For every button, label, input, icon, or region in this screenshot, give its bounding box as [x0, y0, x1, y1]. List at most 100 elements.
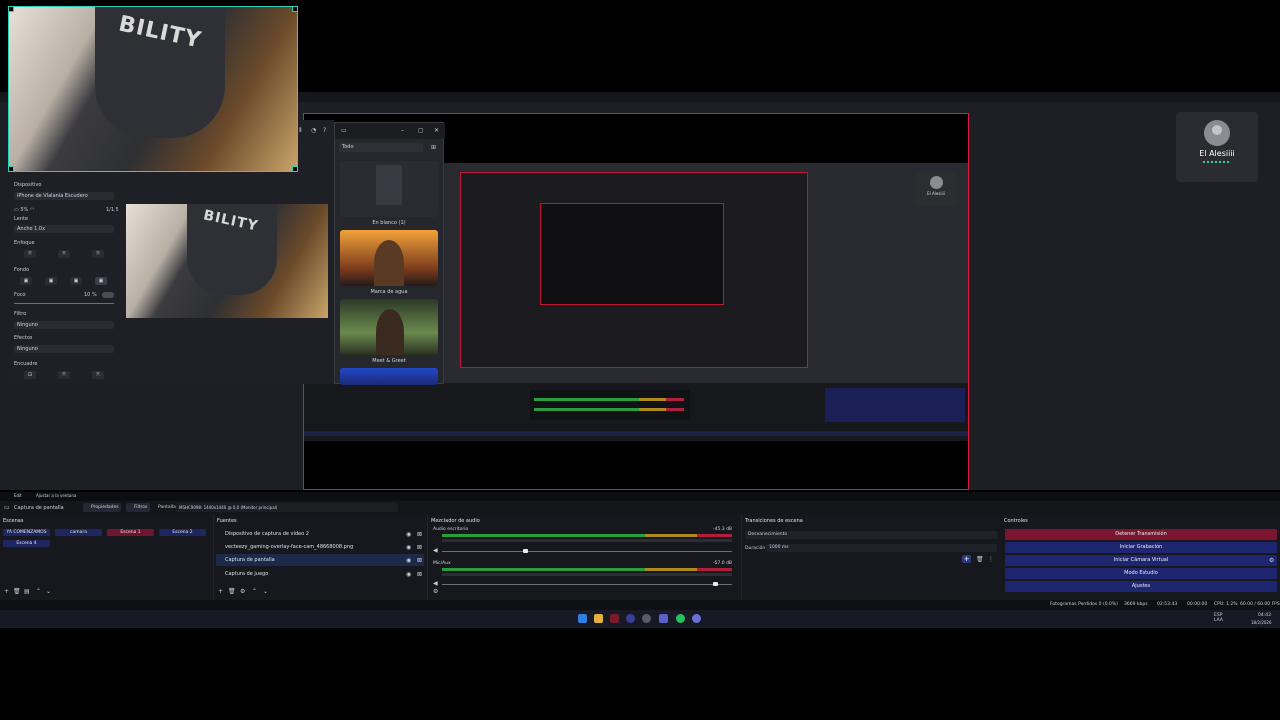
- gear-icon[interactable]: ⚙: [433, 589, 438, 595]
- add-icon[interactable]: +: [218, 589, 223, 595]
- resize-handle[interactable]: [292, 7, 297, 12]
- background-option-3[interactable]: ▣: [70, 277, 82, 285]
- duration-input[interactable]: 1000 ms: [766, 544, 997, 552]
- effect-item-meet-greet[interactable]: [340, 299, 438, 355]
- audio-volume-knob[interactable]: [713, 582, 718, 586]
- screen-select[interactable]: MSHC9098: 1440x1440 @ 0,0 (Monitor princ…: [176, 503, 398, 512]
- scene-item[interactable]: Escena 2: [159, 529, 206, 536]
- trash-icon[interactable]: 🗑: [228, 589, 236, 595]
- trash-icon[interactable]: 🗑: [13, 589, 21, 595]
- source-item[interactable]: vecteezy_gaming-overlay-face-cam_4866800…: [216, 541, 424, 553]
- effects-filter-dropdown[interactable]: Todo: [339, 143, 423, 152]
- filter-select[interactable]: Ninguno: [14, 321, 114, 329]
- add-transition-button[interactable]: +: [962, 555, 971, 563]
- lock-icon[interactable]: ⊠: [417, 545, 422, 551]
- audio-volume-slider[interactable]: [442, 551, 732, 552]
- avatar: [1204, 120, 1230, 146]
- properties-button[interactable]: Propiedades: [83, 503, 121, 512]
- lens-select[interactable]: Ancho 1.0x: [14, 225, 114, 233]
- stop-stream-button[interactable]: Detener Transmisión: [1005, 529, 1277, 540]
- scene-item[interactable]: Escena 4: [3, 540, 50, 547]
- more-icon[interactable]: ⋮: [988, 557, 994, 563]
- minimize-icon[interactable]: –: [401, 128, 404, 134]
- filters-button[interactable]: Filtros: [126, 503, 150, 512]
- transition-select[interactable]: Desvanecimiento: [745, 531, 997, 539]
- effect-item-watermark[interactable]: [340, 230, 438, 286]
- speaker-icon[interactable]: ◀: [433, 581, 438, 587]
- framing-option-3[interactable]: ⤧: [92, 371, 104, 379]
- tab-edit[interactable]: Edit: [14, 493, 22, 498]
- tab-fit[interactable]: Ajustar a la ventana: [36, 493, 76, 498]
- add-icon[interactable]: +: [4, 589, 9, 595]
- speaker-icon[interactable]: ◀: [433, 548, 438, 554]
- camo-icon[interactable]: [692, 614, 701, 623]
- pin-icon[interactable]: ⫴: [299, 128, 302, 134]
- lock-icon[interactable]: ⊠: [417, 532, 422, 538]
- audio-volume-slider[interactable]: [442, 584, 732, 585]
- close-icon[interactable]: ✕: [434, 128, 439, 134]
- cpu-usage: CPU: 1.2%: [1214, 602, 1238, 607]
- gear-icon[interactable]: ⚙: [240, 589, 245, 595]
- start-recording-button[interactable]: Iniciar Grabación: [1005, 542, 1277, 553]
- foco-toggle[interactable]: [102, 292, 114, 298]
- whatsapp-icon[interactable]: [676, 614, 685, 623]
- background-option-2[interactable]: ▣: [45, 277, 57, 285]
- scene-item[interactable]: Escena 1: [107, 529, 154, 536]
- gear-icon[interactable]: ⚙: [1269, 558, 1274, 564]
- app-icon[interactable]: [610, 614, 619, 623]
- duration-label: Duración: [745, 546, 766, 551]
- settings-app-icon[interactable]: [642, 614, 651, 623]
- clock-date[interactable]: 18/2/2026: [1251, 620, 1272, 625]
- resize-handle[interactable]: [9, 7, 14, 12]
- audio-volume-knob[interactable]: [523, 549, 528, 553]
- bell-icon[interactable]: ◔: [311, 128, 316, 134]
- trash-icon[interactable]: 🗑: [976, 557, 984, 563]
- focus-option-2[interactable]: ⤧: [58, 250, 70, 258]
- source-item[interactable]: Captura de juego: [216, 568, 424, 580]
- source-item[interactable]: Dispositivo de captura de vídeo 2: [216, 528, 424, 540]
- move-down-icon[interactable]: ⌄: [46, 589, 51, 595]
- window-icon[interactable]: ▭: [341, 128, 347, 134]
- audio-channel-name: Audio escritorio: [433, 527, 469, 532]
- move-up-icon[interactable]: ⌃: [252, 589, 257, 595]
- webcam-overlay[interactable]: BILITY: [8, 6, 298, 172]
- keyboard-lang[interactable]: ESP LAA: [1214, 613, 1224, 623]
- scene-item[interactable]: YA COMENZAMOS: [3, 529, 50, 536]
- foco-slider[interactable]: [14, 303, 114, 304]
- move-down-icon[interactable]: ⌄: [263, 589, 268, 595]
- background-option-4[interactable]: ▣: [95, 277, 107, 285]
- source-item-selected[interactable]: Captura de pantalla: [216, 554, 424, 566]
- maximize-icon[interactable]: ▢: [418, 128, 424, 134]
- framing-option-2[interactable]: ⤧: [58, 371, 70, 379]
- focus-option-1[interactable]: ⤧: [24, 250, 36, 258]
- help-icon[interactable]: ?: [323, 128, 326, 134]
- lock-icon[interactable]: ⊠: [417, 572, 422, 578]
- device-select[interactable]: iPhone de Vlalania Escudero: [14, 192, 114, 200]
- effects-select[interactable]: Ninguno: [14, 345, 114, 353]
- lock-icon[interactable]: ⊠: [417, 558, 422, 564]
- controls-title: Controles: [1004, 518, 1028, 524]
- framing-option-1[interactable]: ⊡: [24, 371, 36, 379]
- settings-button[interactable]: Ajustes: [1005, 581, 1277, 592]
- eye-icon[interactable]: ◉: [406, 558, 411, 564]
- eye-icon[interactable]: ◉: [406, 572, 411, 578]
- effect-item-blank[interactable]: [340, 161, 438, 217]
- scene-item[interactable]: camara: [55, 529, 102, 536]
- effect-item-4[interactable]: [340, 368, 438, 385]
- windows-start-icon[interactable]: [578, 614, 587, 623]
- discord-icon[interactable]: [659, 614, 668, 623]
- obs-icon[interactable]: [626, 614, 635, 623]
- move-up-icon[interactable]: ⌃: [36, 589, 41, 595]
- resize-handle[interactable]: [292, 166, 297, 171]
- grid-icon[interactable]: ⊞: [431, 145, 436, 151]
- virtual-camera-button[interactable]: Iniciar Cámara Virtual: [1005, 555, 1277, 566]
- eye-icon[interactable]: ◉: [406, 545, 411, 551]
- file-explorer-icon[interactable]: [594, 614, 603, 623]
- clock-time[interactable]: 04:43: [1258, 613, 1271, 618]
- studio-mode-button[interactable]: Modo Estudio: [1005, 568, 1277, 579]
- eye-icon[interactable]: ◉: [406, 532, 411, 538]
- focus-option-3[interactable]: ⤧: [92, 250, 104, 258]
- filter-icon[interactable]: ▤: [24, 589, 30, 595]
- resize-handle[interactable]: [9, 166, 14, 171]
- background-option-1[interactable]: ▣: [20, 277, 32, 285]
